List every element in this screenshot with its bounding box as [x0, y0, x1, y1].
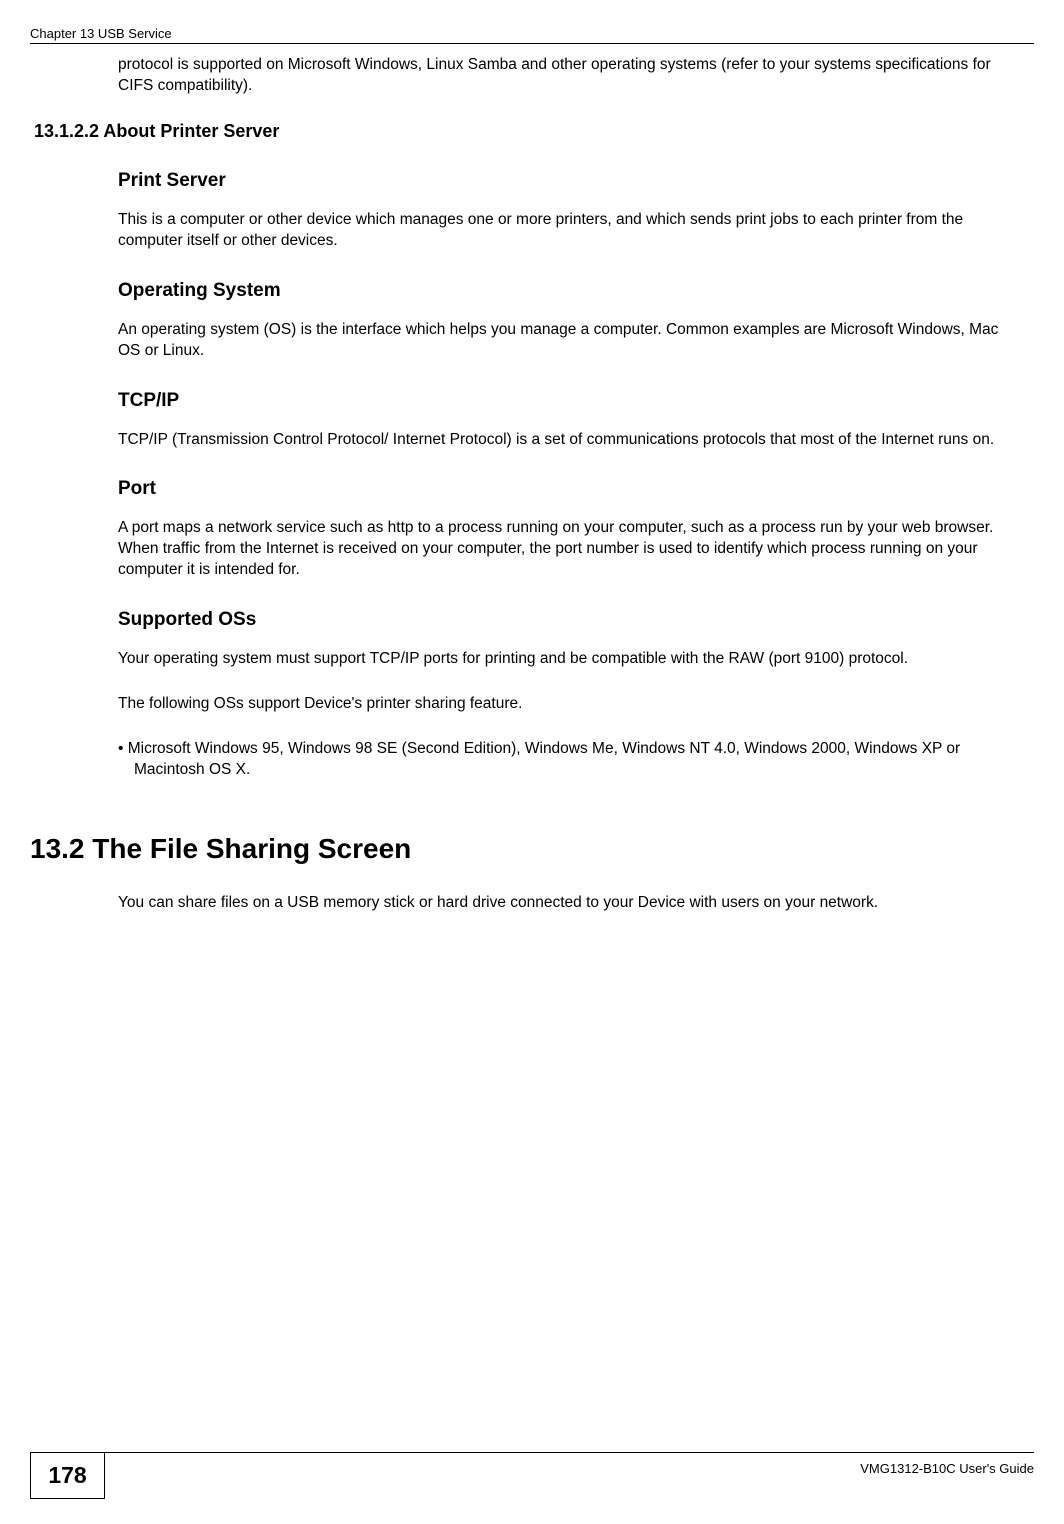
port-body: A port maps a network service such as ht… — [118, 518, 1006, 581]
footer-guide-text: VMG1312-B10C User's Guide — [860, 1461, 1034, 1476]
section-13-2-heading: 13.2 The File Sharing Screen — [30, 833, 1006, 865]
section-13-2-body: You can share files on a USB memory stic… — [118, 893, 1006, 914]
tcp-ip-heading: TCP/IP — [118, 390, 1006, 412]
tcp-ip-body: TCP/IP (Transmission Control Protocol/ I… — [118, 430, 1006, 451]
port-heading: Port — [118, 478, 1006, 500]
page-content: protocol is supported on Microsoft Windo… — [118, 55, 1006, 938]
print-server-body: This is a computer or other device which… — [118, 210, 1006, 252]
chapter-label: Chapter 13 USB Service — [30, 26, 172, 41]
intro-paragraph: protocol is supported on Microsoft Windo… — [118, 55, 1006, 97]
operating-system-heading: Operating System — [118, 280, 1006, 302]
page-footer: 178 VMG1312-B10C User's Guide — [30, 1452, 1034, 1498]
page-number: 178 — [48, 1462, 86, 1489]
print-server-heading: Print Server — [118, 170, 1006, 192]
supported-oss-bullet: • Microsoft Windows 95, Windows 98 SE (S… — [118, 739, 1006, 781]
section-13-1-2-2-heading: 13.1.2.2 About Printer Server — [34, 121, 1006, 142]
page-header: Chapter 13 USB Service — [30, 26, 1034, 44]
supported-oss-body1: Your operating system must support TCP/I… — [118, 649, 1006, 670]
operating-system-body: An operating system (OS) is the interfac… — [118, 320, 1006, 362]
supported-oss-heading: Supported OSs — [118, 609, 1006, 631]
page-number-box: 178 — [30, 1452, 105, 1499]
supported-oss-body2: The following OSs support Device's print… — [118, 694, 1006, 715]
